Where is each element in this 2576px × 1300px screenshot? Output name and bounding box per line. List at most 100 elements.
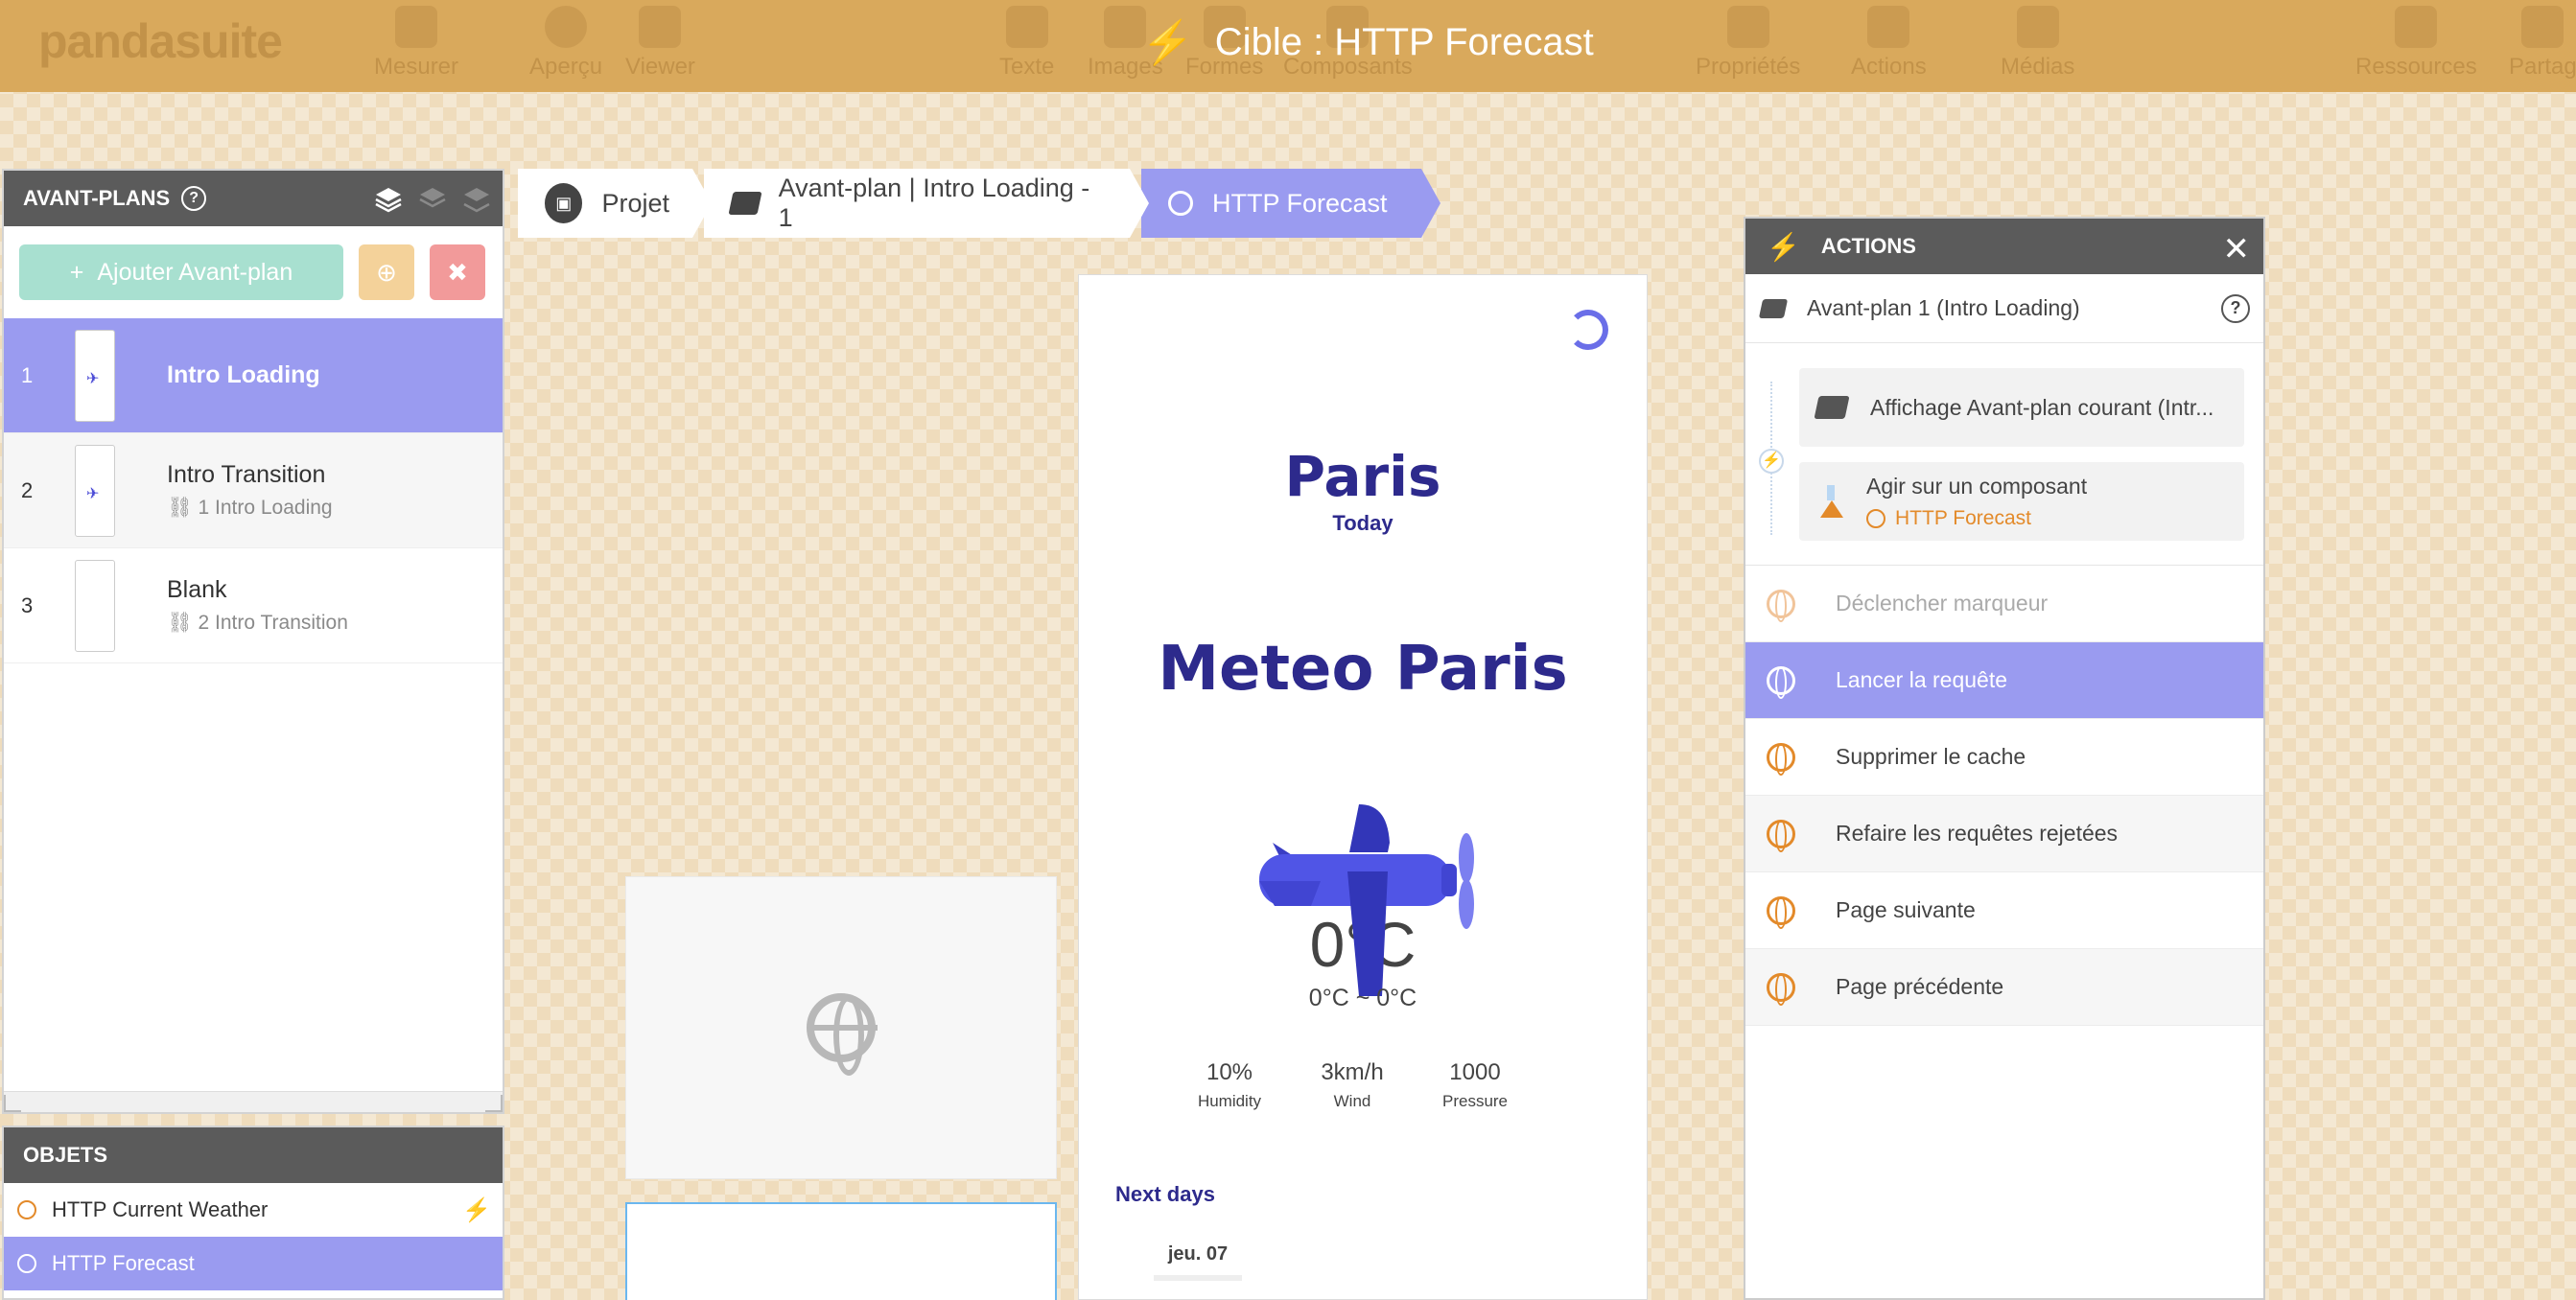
avantplan-thumbnail	[75, 559, 115, 652]
avantplan-row[interactable]: 2 ✈ Intro Transition ⛓ 1 Intro Loading	[4, 433, 503, 548]
meteo-headline: Meteo Paris	[1158, 634, 1568, 705]
lightning-icon: ⚡	[1759, 449, 1784, 474]
action-lancer-requete[interactable]: Lancer la requête	[1745, 642, 2263, 719]
toolbar-button-partager[interactable]: Partag	[2509, 6, 2576, 81]
http-component-placeholder[interactable]	[625, 876, 1057, 1179]
image-icon	[1104, 6, 1147, 48]
actions-panel: ⚡ ACTIONS ✕ Avant-plan 1 (Intro Loading)…	[1744, 217, 2265, 1300]
breadcrumb-http-forecast[interactable]: HTTP Forecast	[1141, 169, 1440, 238]
globe-icon	[17, 1254, 36, 1273]
actions-header: ⚡ ACTIONS ✕	[1745, 219, 2263, 274]
object-row-http-forecast[interactable]: HTTP Forecast	[4, 1237, 503, 1290]
link-icon: ⛓	[167, 612, 199, 634]
layer-toggles	[374, 184, 491, 213]
objets-header: OBJETS	[4, 1127, 503, 1183]
breadcrumb: ▣ Projet Avant-plan | Intro Loading - 1 …	[518, 169, 1440, 238]
globe-icon	[1767, 589, 1795, 622]
layers-middle-icon[interactable]	[418, 184, 447, 213]
refresh-icon[interactable]	[1568, 310, 1608, 350]
horizontal-scrollbar[interactable]	[4, 1091, 503, 1112]
avantplan-thumbnail: ✈	[75, 444, 115, 537]
layers-icon[interactable]	[374, 184, 403, 213]
link-avantplan-button[interactable]: ⊕	[359, 244, 414, 300]
temperature-range: 0°C ~ 0°C	[1308, 985, 1417, 1011]
toolbar-button-proprietes[interactable]: Propriétés	[1696, 6, 1800, 81]
trigger-card-display[interactable]: Affichage Avant-plan courant (Intr...	[1799, 368, 2244, 447]
text-icon	[1005, 6, 1048, 48]
lightning-icon: ⚡	[1141, 19, 1194, 66]
avantplan-row[interactable]: 1 ✈ Intro Loading	[4, 318, 503, 433]
close-icon[interactable]: ✕	[2223, 230, 2251, 268]
action-page-precedente[interactable]: Page précédente	[1745, 949, 2263, 1026]
toolbar-button-actions[interactable]: Actions	[1851, 6, 1927, 81]
book-icon	[2395, 6, 2438, 48]
globe-icon	[807, 993, 878, 1076]
link-add-icon: ⊕	[376, 257, 397, 287]
trigger-card-component[interactable]: Agir sur un composant HTTP Forecast	[1799, 462, 2244, 541]
globe-icon	[1168, 191, 1193, 216]
share-icon	[2521, 6, 2564, 48]
selected-component-frame[interactable]	[625, 1202, 1057, 1300]
action-context: Avant-plan 1 (Intro Loading) ?	[1745, 274, 2263, 343]
delete-avantplan-button[interactable]: ✖	[430, 244, 485, 300]
toolbar-button-mesurer[interactable]: Mesurer	[374, 6, 458, 81]
avantplan-row[interactable]: 3 Blank ⛓ 2 Intro Transition	[4, 548, 503, 663]
action-refaire-requetes[interactable]: Refaire les requêtes rejetées	[1745, 796, 2263, 872]
globe-icon	[1767, 819, 1795, 852]
object-row-http-current-weather[interactable]: HTTP Current Weather ⚡	[4, 1183, 503, 1237]
airplane-icon	[1259, 804, 1474, 996]
avantplans-toolbar: + Ajouter Avant-plan ⊕ ✖	[4, 226, 503, 318]
action-supprimer-cache[interactable]: Supprimer le cache	[1745, 719, 2263, 796]
toolbar-button-apercu[interactable]: Aperçu	[529, 6, 602, 81]
next-days-heading: Next days	[1115, 1182, 1215, 1206]
stat-humidity: 10% Humidity	[1197, 1059, 1262, 1110]
top-toolbar: pandasuite Mesurer Aperçu Viewer Texte I…	[0, 0, 2576, 92]
help-icon[interactable]: ?	[2221, 293, 2250, 323]
toolbar-button-medias[interactable]: Médias	[2001, 6, 2074, 81]
plus-icon: +	[69, 258, 84, 286]
resize-handle-right[interactable]	[485, 1095, 503, 1112]
resize-handle-left[interactable]	[4, 1095, 21, 1112]
image-icon: ▣	[545, 183, 583, 223]
globe-icon	[1767, 972, 1795, 1006]
action-declencher-marqueur[interactable]: Déclencher marqueur	[1745, 566, 2263, 642]
avantplan-thumbnail: ✈	[75, 329, 115, 422]
layer-icon	[1814, 396, 1850, 419]
toolbar-button-ressources[interactable]: Ressources	[2355, 6, 2477, 81]
toolbar-button-viewer[interactable]: Viewer	[625, 6, 695, 81]
layers-bottom-icon[interactable]	[462, 184, 491, 213]
link-icon: ⛓	[167, 497, 199, 519]
trash-icon: ✖	[447, 257, 468, 287]
lightning-icon: ⚡	[1767, 231, 1800, 262]
screen-preview[interactable]: Paris Today Meteo Paris 0°C 0°C ~ 0°C 10…	[1078, 274, 1648, 1300]
today-label: Today	[1332, 511, 1393, 535]
globe-icon	[17, 1200, 36, 1219]
airplane-icon: ✈	[86, 370, 100, 387]
layer-icon	[728, 192, 762, 215]
avantplans-panel: AVANT-PLANS ? + Ajouter Avant-plan ⊕ ✖ 1	[2, 169, 504, 1114]
globe-icon	[1767, 742, 1795, 776]
globe-icon	[1767, 665, 1795, 699]
city-title: Paris	[1284, 444, 1441, 509]
target-icon	[1866, 508, 1885, 528]
device-icon	[639, 6, 682, 48]
layer-icon	[1758, 298, 1789, 318]
help-icon[interactable]: ?	[181, 186, 207, 211]
calendar-icon	[395, 6, 438, 48]
toolbar-button-texte[interactable]: Texte	[999, 6, 1054, 81]
forecast-day: jeu. 07	[1154, 1243, 1242, 1281]
stat-pressure: 1000 Pressure	[1441, 1059, 1509, 1110]
cloud-icon	[2016, 6, 2059, 48]
globe-icon	[1767, 895, 1795, 929]
breadcrumb-projet[interactable]: ▣ Projet	[518, 169, 712, 238]
app-logo: pandasuite	[38, 14, 283, 68]
lightning-icon: ⚡	[462, 1196, 491, 1223]
trigger-chain: ⚡ Affichage Avant-plan courant (Intr... …	[1745, 343, 2263, 566]
action-page-suivante[interactable]: Page suivante	[1745, 872, 2263, 949]
play-icon	[545, 6, 588, 48]
add-avantplan-button[interactable]: + Ajouter Avant-plan	[19, 244, 343, 300]
breadcrumb-avantplan[interactable]: Avant-plan | Intro Loading - 1	[704, 169, 1149, 238]
properties-icon	[1726, 6, 1769, 48]
flask-icon	[1816, 485, 1845, 518]
stat-wind: 3km/h Wind	[1321, 1059, 1384, 1110]
